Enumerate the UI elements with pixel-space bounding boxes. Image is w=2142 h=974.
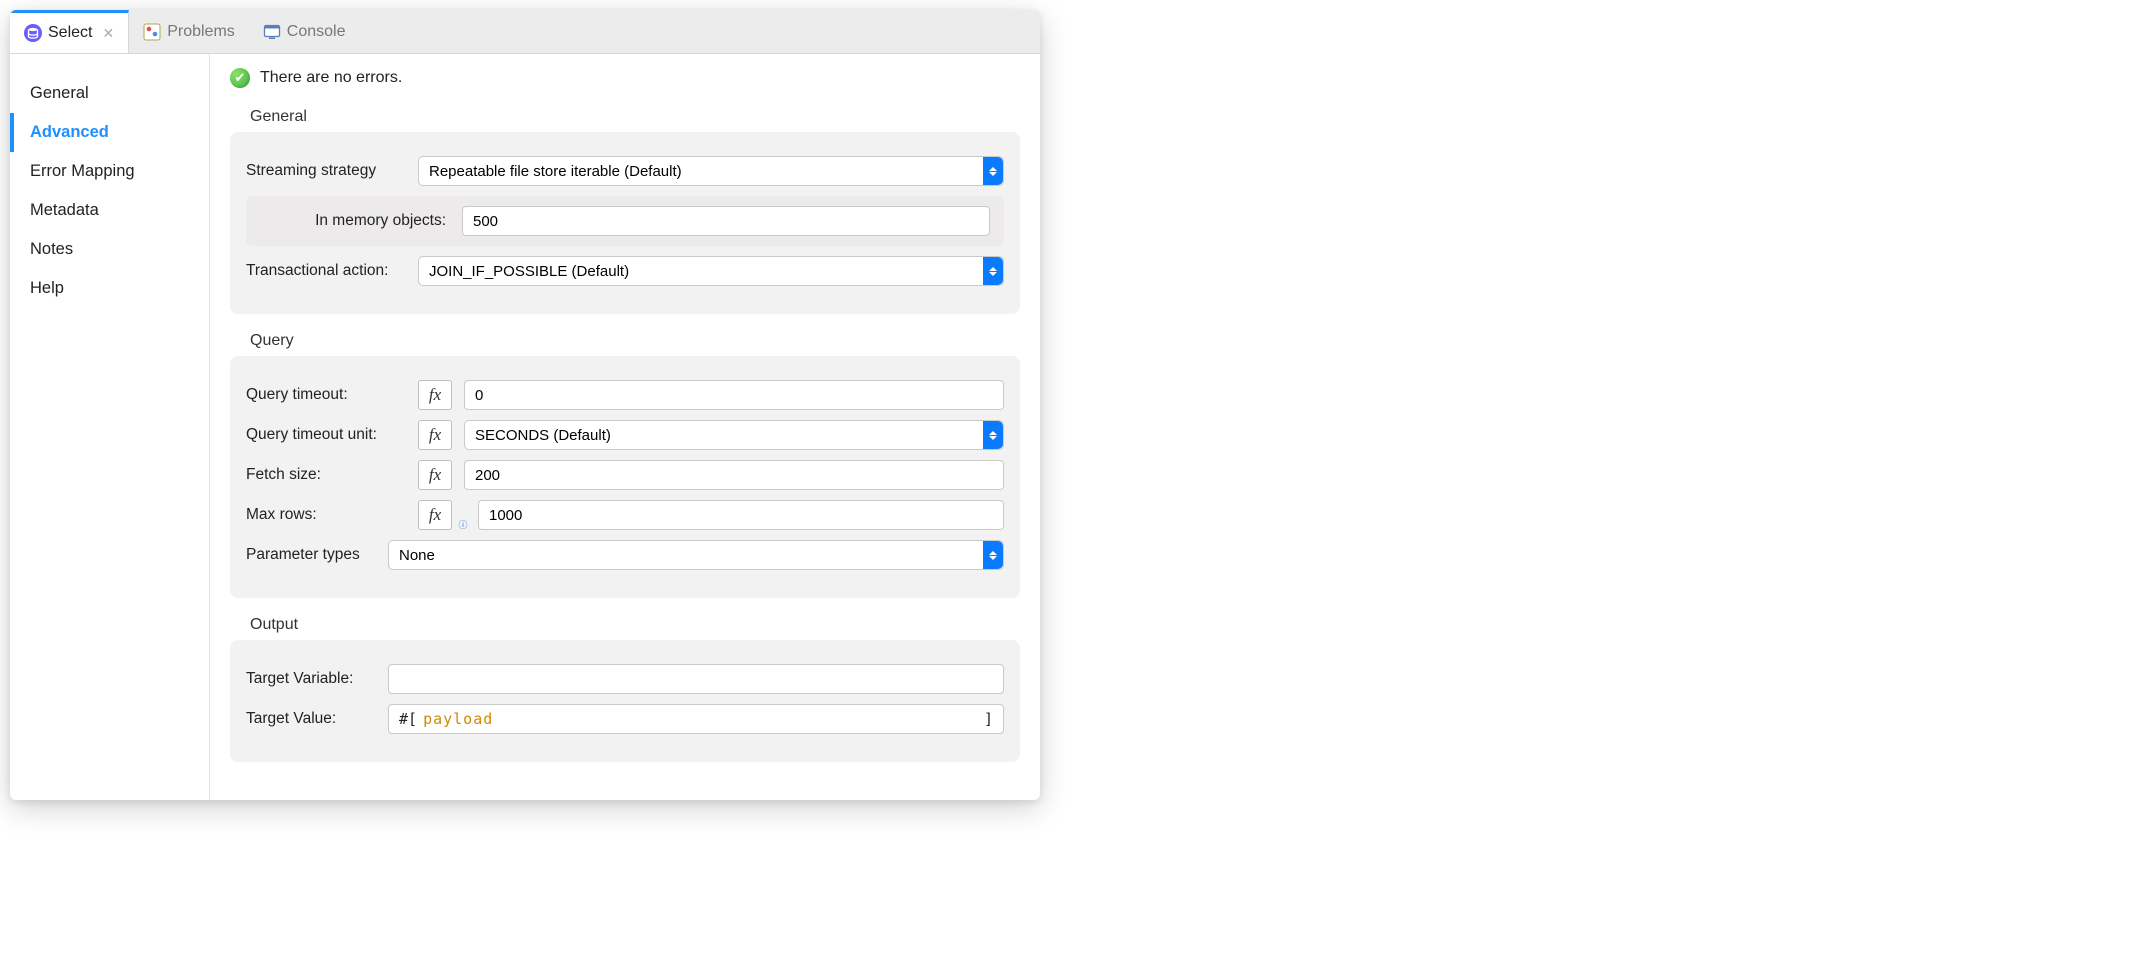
- section-title-general: General: [250, 108, 1020, 126]
- sidebar-item-general[interactable]: General: [10, 74, 209, 113]
- section-output: Target Variable: Target Value: #[ payloa…: [230, 640, 1020, 762]
- label-transactional-action: Transactional action:: [246, 262, 406, 280]
- close-icon[interactable]: ✕: [102, 25, 114, 42]
- row-max-rows: Max rows: fx ⓘ: [246, 500, 1004, 530]
- sidebar-item-notes[interactable]: Notes: [10, 230, 209, 269]
- sidebar: General Advanced Error Mapping Metadata …: [10, 54, 210, 800]
- status-message: There are no errors.: [260, 69, 402, 87]
- sidebar-item-error-mapping[interactable]: Error Mapping: [10, 152, 209, 191]
- expr-prefix: #[: [399, 710, 417, 728]
- sidebar-label: Metadata: [30, 201, 99, 219]
- sidebar-label: Error Mapping: [30, 162, 135, 180]
- tab-problems-label: Problems: [167, 23, 235, 41]
- label-query-timeout-unit: Query timeout unit:: [246, 426, 406, 444]
- select-value: JOIN_IF_POSSIBLE (Default): [429, 263, 629, 280]
- row-target-value: Target Value: #[ payload ]: [246, 704, 1004, 734]
- chevron-up-down-icon: [983, 157, 1003, 185]
- label-parameter-types: Parameter types: [246, 546, 376, 564]
- select-value: SECONDS (Default): [475, 427, 611, 444]
- database-icon: [24, 24, 42, 42]
- sidebar-item-metadata[interactable]: Metadata: [10, 191, 209, 230]
- info-icon: ⓘ: [458, 520, 468, 530]
- tab-console[interactable]: Console: [249, 10, 360, 53]
- chevron-up-down-icon: [983, 421, 1003, 449]
- problems-icon: [143, 23, 161, 41]
- select-transactional-action[interactable]: JOIN_IF_POSSIBLE (Default): [418, 256, 1004, 286]
- label-query-timeout: Query timeout:: [246, 386, 406, 404]
- row-transactional-action: Transactional action: JOIN_IF_POSSIBLE (…: [246, 256, 1004, 286]
- input-target-variable[interactable]: [388, 664, 1004, 694]
- tab-console-label: Console: [287, 23, 346, 41]
- status-bar: ✔ There are no errors.: [230, 64, 1020, 100]
- tab-bar: Select ✕ Problems Console: [10, 10, 1040, 54]
- tab-problems[interactable]: Problems: [129, 10, 249, 53]
- select-streaming-strategy[interactable]: Repeatable file store iterable (Default): [418, 156, 1004, 186]
- input-query-timeout[interactable]: [464, 380, 1004, 410]
- label-fetch-size: Fetch size:: [246, 466, 406, 484]
- label-target-variable: Target Variable:: [246, 670, 376, 688]
- row-in-memory-objects: In memory objects:: [246, 196, 1004, 246]
- main-content: ✔ There are no errors. General Streaming…: [210, 54, 1040, 800]
- fx-button[interactable]: fx: [418, 420, 452, 450]
- expr-keyword: payload: [423, 710, 493, 728]
- ok-check-icon: ✔: [230, 68, 250, 88]
- label-max-rows: Max rows:: [246, 506, 406, 524]
- tab-select[interactable]: Select ✕: [10, 10, 129, 53]
- input-max-rows[interactable]: [478, 500, 1004, 530]
- select-value: None: [399, 547, 435, 564]
- expr-suffix: ]: [984, 710, 993, 728]
- label-target-value: Target Value:: [246, 710, 376, 728]
- console-icon: [263, 23, 281, 41]
- section-query: Query timeout: fx Query timeout unit: fx…: [230, 356, 1020, 598]
- fx-button[interactable]: fx: [418, 380, 452, 410]
- section-title-output: Output: [250, 616, 1020, 634]
- row-query-timeout: Query timeout: fx: [246, 380, 1004, 410]
- row-fetch-size: Fetch size: fx: [246, 460, 1004, 490]
- section-general: Streaming strategy Repeatable file store…: [230, 132, 1020, 314]
- fx-button[interactable]: fx: [418, 500, 452, 530]
- select-query-timeout-unit[interactable]: SECONDS (Default): [464, 420, 1004, 450]
- config-window: Select ✕ Problems Console: [10, 10, 1040, 800]
- sidebar-item-advanced[interactable]: Advanced: [10, 113, 209, 152]
- tab-select-label: Select: [48, 24, 92, 42]
- chevron-up-down-icon: [983, 257, 1003, 285]
- select-parameter-types[interactable]: None: [388, 540, 1004, 570]
- chevron-up-down-icon: [983, 541, 1003, 569]
- panel-body: General Advanced Error Mapping Metadata …: [10, 54, 1040, 800]
- fx-button[interactable]: fx: [418, 460, 452, 490]
- section-title-query: Query: [250, 332, 1020, 350]
- row-target-variable: Target Variable:: [246, 664, 1004, 694]
- sidebar-label: Help: [30, 279, 64, 297]
- sidebar-label: General: [30, 84, 89, 102]
- input-fetch-size[interactable]: [464, 460, 1004, 490]
- input-target-value[interactable]: #[ payload ]: [388, 704, 1004, 734]
- sidebar-label: Notes: [30, 240, 73, 258]
- sidebar-label: Advanced: [30, 123, 109, 141]
- label-in-memory-objects: In memory objects:: [260, 212, 450, 230]
- row-parameter-types: Parameter types None: [246, 540, 1004, 570]
- label-streaming-strategy: Streaming strategy: [246, 162, 406, 180]
- sidebar-item-help[interactable]: Help: [10, 269, 209, 308]
- row-query-timeout-unit: Query timeout unit: fx SECONDS (Default): [246, 420, 1004, 450]
- input-in-memory-objects[interactable]: [462, 206, 990, 236]
- row-streaming-strategy: Streaming strategy Repeatable file store…: [246, 156, 1004, 186]
- select-value: Repeatable file store iterable (Default): [429, 163, 682, 180]
